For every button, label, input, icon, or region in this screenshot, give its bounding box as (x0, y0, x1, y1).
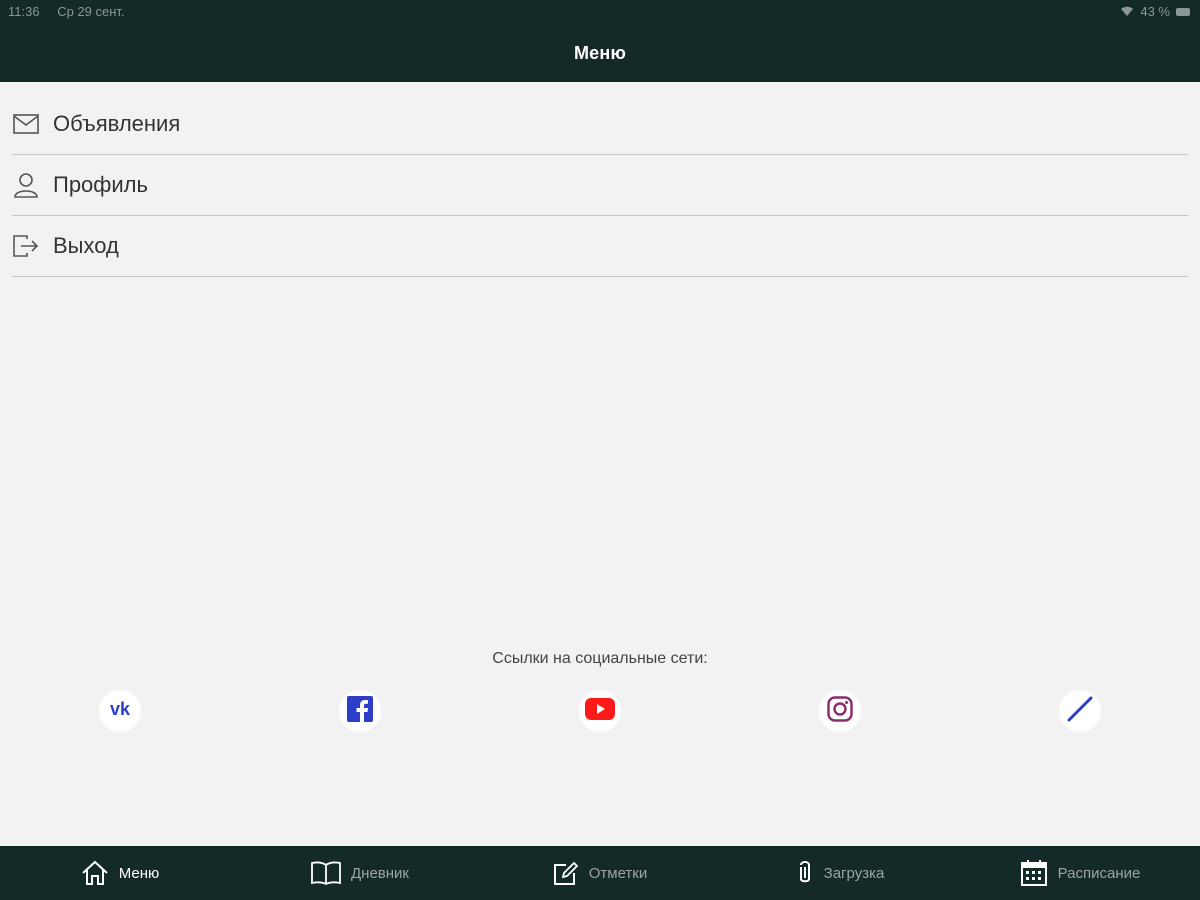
paperclip-icon (796, 859, 814, 887)
tab-label: Расписание (1057, 864, 1141, 882)
menu-item-label: Объявления (53, 111, 181, 136)
person-icon (12, 171, 40, 199)
status-time: 11:36 (8, 4, 40, 19)
social-title: Ссылки на социальные сети: (492, 650, 708, 667)
wifi-icon (1120, 6, 1134, 17)
envelope-icon (12, 110, 40, 138)
vk-icon: vk (106, 699, 134, 723)
tab-schedule[interactable]: Расписание (960, 846, 1200, 900)
status-date: Ср 29 сент. (57, 4, 125, 19)
battery-icon (1176, 7, 1190, 16)
youtube-icon (585, 697, 615, 725)
tab-menu[interactable]: Меню (0, 846, 240, 900)
social-links: vk (0, 690, 1200, 732)
link-slash-icon (1067, 696, 1093, 727)
navigation-bar: Меню (0, 24, 1200, 82)
vk-link-button[interactable]: vk (99, 690, 141, 732)
tab-label: Дневник (351, 864, 409, 882)
tab-diary[interactable]: Дневник (240, 846, 480, 900)
book-icon (311, 861, 341, 885)
youtube-link-button[interactable] (579, 690, 621, 732)
page-title: Меню (573, 42, 627, 63)
facebook-link-button[interactable] (339, 690, 381, 732)
menu-item-profile[interactable]: Профиль (12, 155, 1189, 216)
facebook-icon (347, 695, 373, 727)
menu-list: Объявления Профиль Выход (12, 94, 1189, 277)
menu-item-label: Профиль (53, 172, 148, 197)
tab-upload[interactable]: Загрузка (720, 846, 960, 900)
tab-marks[interactable]: Отметки (480, 846, 720, 900)
status-right: 43 % (1120, 4, 1190, 19)
svg-text:vk: vk (110, 700, 131, 718)
menu-item-label: Выход (53, 233, 119, 258)
menu-item-logout[interactable]: Выход (12, 216, 1189, 277)
status-bar: 11:36 Ср 29 сент. 43 % (0, 0, 1200, 24)
calendar-icon (1020, 859, 1048, 887)
tab-label: Отметки (588, 864, 648, 882)
battery-percent: 43 % (1140, 4, 1170, 19)
edit-icon (553, 860, 579, 886)
tab-bar: Меню Дневник Отметки Загрузка Расписание (0, 846, 1200, 900)
status-left: 11:36 Ср 29 сент. (8, 4, 139, 19)
home-icon (81, 860, 109, 886)
tab-label: Меню (118, 864, 160, 882)
instagram-link-button[interactable] (819, 690, 861, 732)
tab-label: Загрузка (823, 864, 885, 882)
menu-item-announcements[interactable]: Объявления (12, 94, 1189, 155)
other-link-button[interactable] (1059, 690, 1101, 732)
logout-icon (12, 232, 40, 260)
instagram-icon (827, 695, 853, 727)
